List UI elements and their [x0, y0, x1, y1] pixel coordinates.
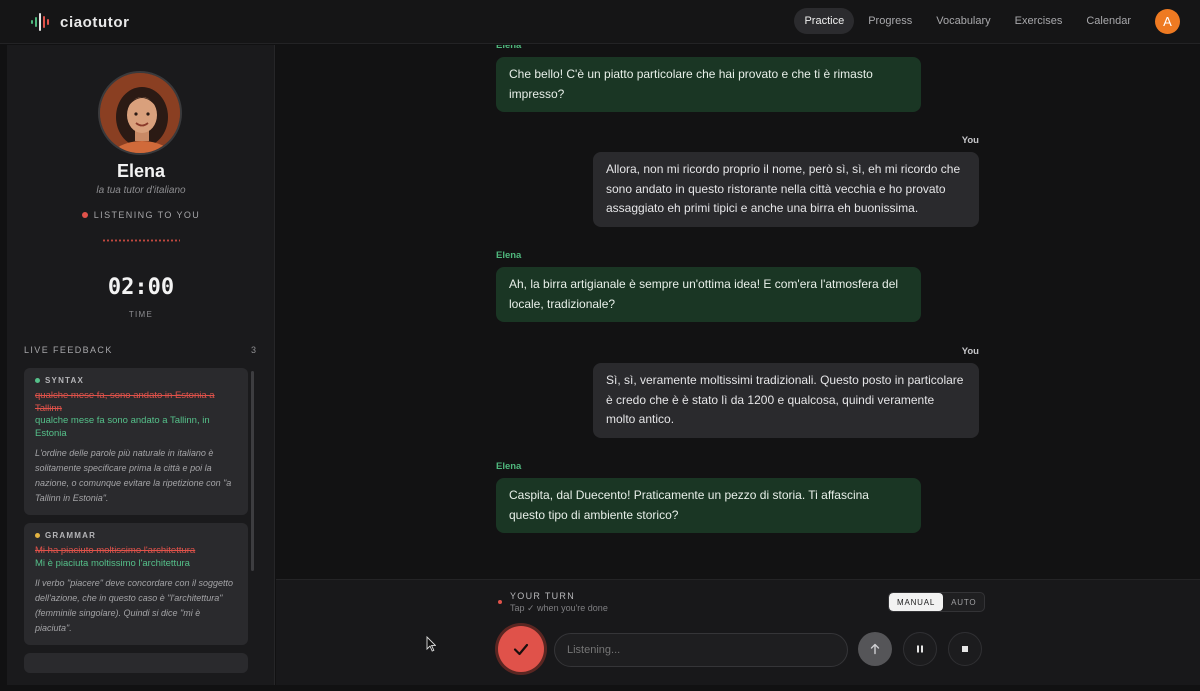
nav-item-exercises[interactable]: Exercises — [1005, 8, 1073, 34]
feedback-card-syntax[interactable]: SYNTAX qualche mese fa, sono andato in E… — [24, 368, 248, 515]
user-avatar[interactable]: A — [1155, 8, 1180, 34]
recording-dot-icon — [81, 212, 88, 218]
feedback-scrollbar[interactable] — [251, 371, 254, 571]
arrow-up-icon — [870, 643, 880, 655]
feedback-corrected-text: Mi è piaciuta moltissimo l'architettura — [35, 557, 190, 569]
turn-indicator-dot-icon — [498, 600, 502, 604]
turn-title: YOUR TURN — [510, 591, 576, 601]
send-button[interactable] — [858, 632, 892, 666]
top-bar: ciaotutor Practice Progress Vocabulary E… — [0, 0, 1200, 44]
mode-manual-button[interactable]: MANUAL — [889, 593, 944, 611]
syntax-dot-icon — [35, 378, 40, 383]
message-sender-user: You — [961, 346, 979, 357]
pause-button[interactable] — [903, 632, 937, 666]
listening-status-label: LISTENING TO YOU — [93, 210, 201, 220]
feedback-tag-label: SYNTAX — [45, 376, 85, 385]
chat-transcript[interactable]: Elena Che bello! C'è un piatto particola… — [276, 45, 1200, 579]
feedback-card-grammar[interactable]: GRAMMAR Mi ha piaciuto moltissimo l'arch… — [24, 523, 248, 645]
live-feedback-count: 3 — [250, 345, 256, 355]
feedback-explanation: Il verbo "piacere" deve concordare con i… — [35, 578, 234, 633]
message-sender-user: You — [961, 135, 979, 146]
tutor-subtitle: la tua tutor d'italiano — [96, 185, 186, 196]
timer-label: TIME — [128, 310, 154, 319]
message-bubble-tutor: Caspita, dal Duecento! Praticamente un p… — [496, 478, 921, 533]
listening-status: LISTENING TO YOU — [7, 210, 275, 220]
message-bubble-tutor: Che bello! C'è un piatto particolare che… — [496, 57, 921, 112]
message-sender-tutor: Elena — [496, 250, 522, 261]
message-bubble-user: Sì, sì, veramente moltissimi tradizional… — [593, 363, 979, 438]
tutor-name: Elena — [116, 161, 166, 181]
nav-item-calendar[interactable]: Calendar — [1076, 8, 1141, 34]
feedback-tag: SYNTAX — [35, 376, 237, 385]
message-input[interactable] — [554, 633, 848, 667]
app-logo[interactable]: ciaotutor — [30, 12, 130, 32]
message-bubble-user: Allora, non mi ricordo proprio il nome, … — [593, 152, 979, 227]
checkmark-icon — [513, 643, 529, 656]
mouse-cursor-icon — [426, 636, 436, 652]
tutor-sidebar: Elena la tua tutor d'italiano LISTENING … — [7, 45, 275, 685]
main-nav: Practice Progress Vocabulary Exercises C… — [794, 8, 1180, 34]
mode-auto-button[interactable]: AUTO — [943, 593, 984, 611]
nav-item-vocabulary[interactable]: Vocabulary — [926, 8, 1000, 34]
nav-item-practice[interactable]: Practice — [794, 8, 855, 34]
tutor-portrait-icon — [100, 73, 180, 153]
feedback-tag: GRAMMAR — [35, 531, 237, 540]
grammar-dot-icon — [35, 533, 40, 538]
waveform-logo-icon — [31, 13, 49, 31]
mode-toggle: MANUAL AUTO — [888, 592, 986, 612]
session-timer: 02:00 — [107, 275, 175, 300]
done-speaking-button[interactable] — [498, 626, 544, 672]
message-bubble-tutor: Ah, la birra artigianale è sempre un'ott… — [496, 267, 921, 322]
feedback-card-partial[interactable] — [24, 653, 248, 673]
tutor-avatar — [98, 71, 182, 155]
feedback-explanation: L'ordine delle parole più naturale in it… — [35, 448, 232, 503]
feedback-wrong-text: qualche mese fa, sono andato in Estonia … — [35, 390, 215, 414]
composer-bar: YOUR TURN Tap ✓ when you're done MANUAL … — [276, 579, 1200, 685]
turn-hint: Tap ✓ when you're done — [510, 603, 608, 613]
stop-icon — [962, 646, 968, 652]
feedback-corrected-text: qualche mese fa sono andato a Tallinn, i… — [35, 415, 210, 439]
feedback-wrong-text: Mi ha piaciuto moltissimo l'architettura — [35, 545, 196, 556]
audio-level-indicator — [102, 239, 180, 242]
feedback-list[interactable]: SYNTAX qualche mese fa, sono andato in E… — [24, 368, 248, 681]
app-name: ciaotutor — [60, 13, 130, 31]
live-feedback-header: LIVE FEEDBACK — [24, 345, 113, 355]
nav-item-progress[interactable]: Progress — [858, 8, 922, 34]
feedback-tag-label: GRAMMAR — [45, 531, 97, 540]
stop-button[interactable] — [948, 632, 982, 666]
message-sender-tutor: Elena — [496, 461, 522, 472]
message-sender-tutor: Elena — [496, 45, 522, 51]
pause-icon — [917, 645, 923, 653]
